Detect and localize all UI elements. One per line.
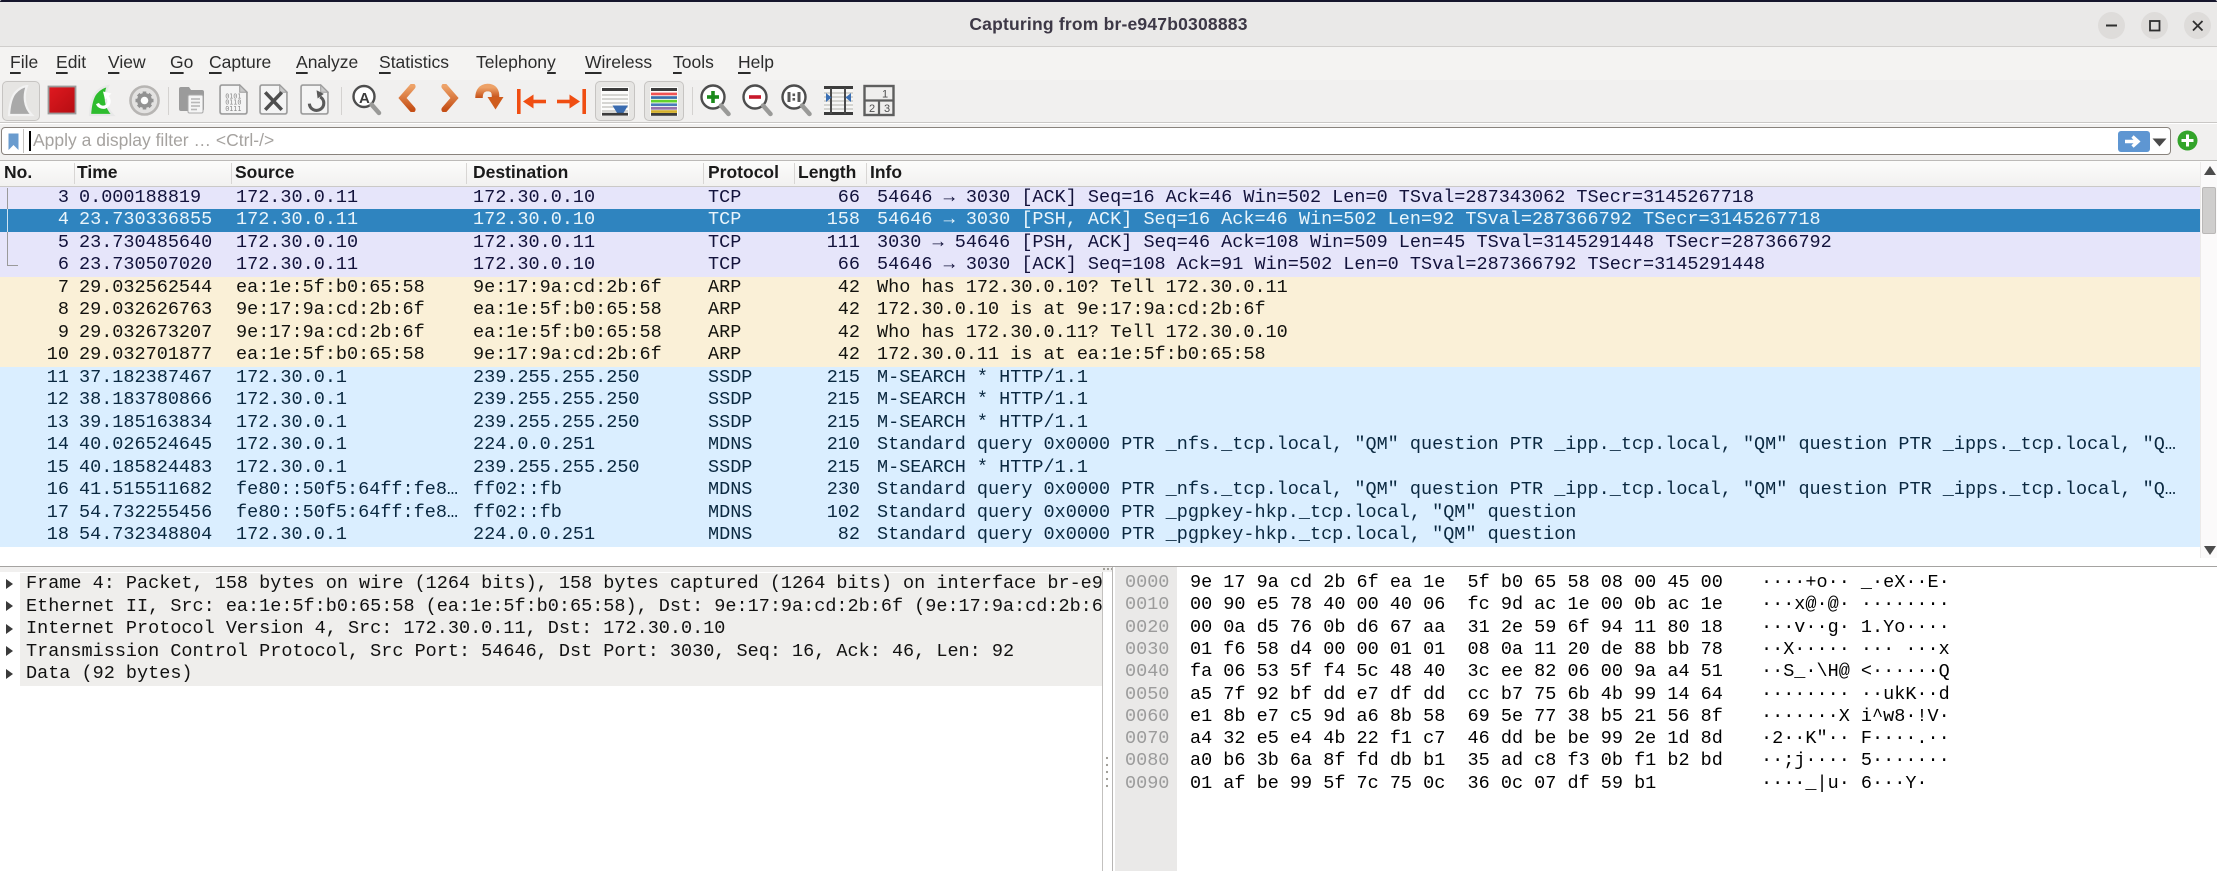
svg-text:3: 3 [884, 103, 890, 115]
svg-text:1: 1 [882, 89, 888, 101]
svg-text:0111: 0111 [225, 105, 241, 113]
svg-text:2: 2 [869, 103, 875, 115]
svg-text:A: A [359, 90, 370, 107]
